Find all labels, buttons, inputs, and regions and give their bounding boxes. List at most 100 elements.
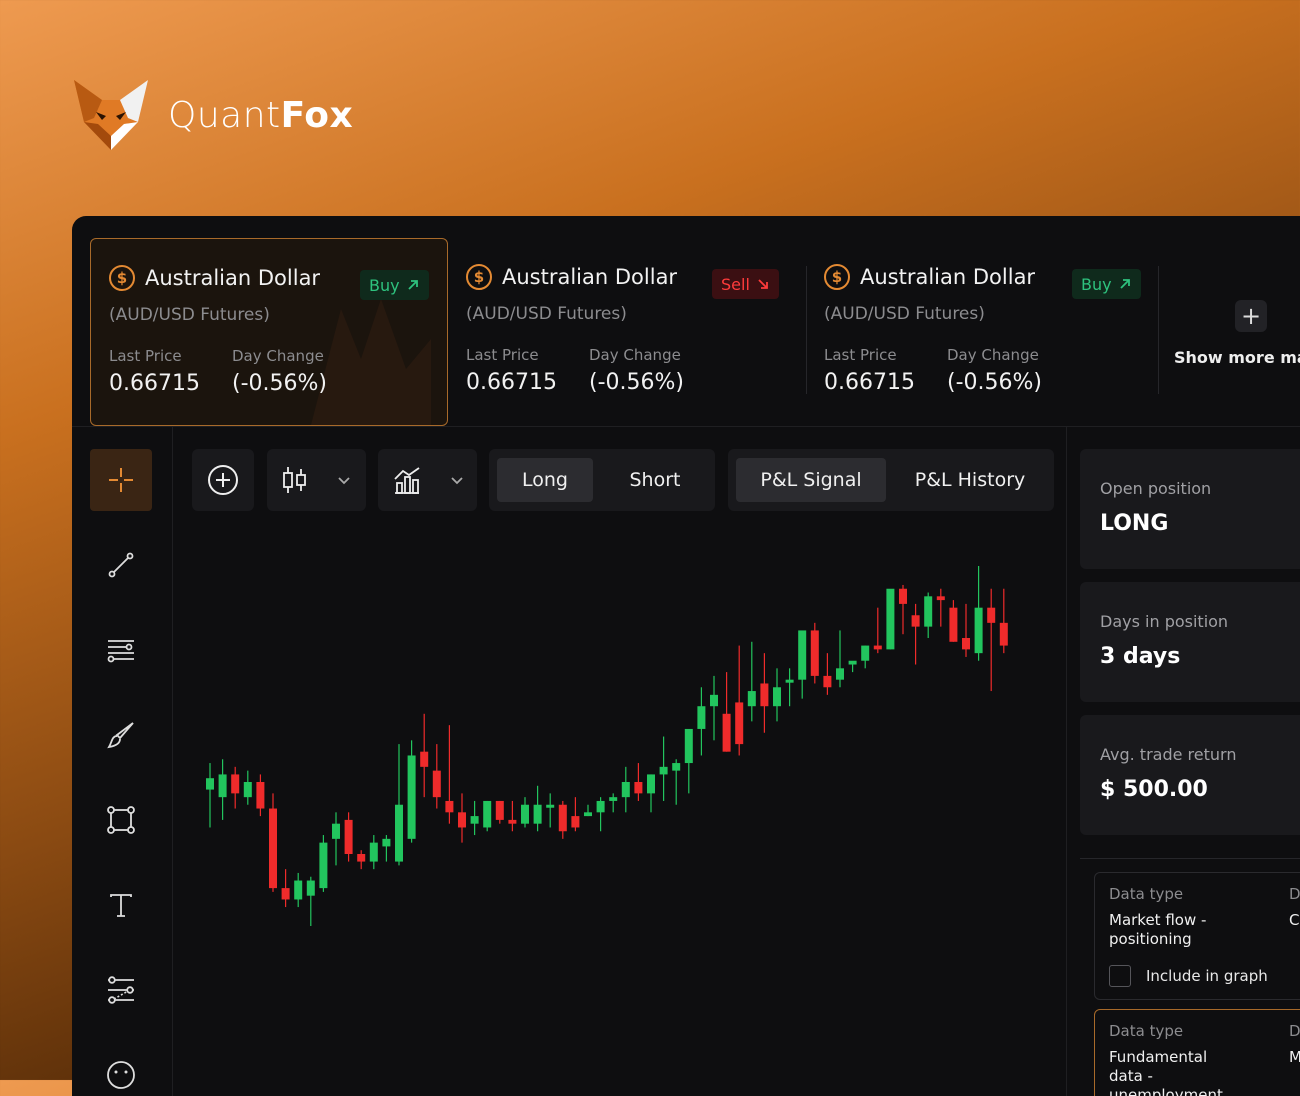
candle-body <box>672 763 681 771</box>
arrow-up-right-icon <box>407 280 418 290</box>
short-option[interactable]: Short <box>603 458 707 502</box>
candle-body <box>332 823 340 839</box>
candle-body <box>735 702 744 745</box>
price-chart[interactable] <box>182 536 1062 1096</box>
ticker-card[interactable]: $ Australian Dollar Buy (AUD/USD Futures)… <box>90 238 448 426</box>
candle-body <box>306 880 315 896</box>
avg-trade-return-card: Avg. trade return $ 500.00 <box>1080 715 1300 835</box>
ticker-name: $ Australian Dollar <box>466 264 677 290</box>
app-window: $ Australian Dollar Buy (AUD/USD Futures)… <box>72 216 1300 1096</box>
card-sparkline-decoration <box>311 299 431 425</box>
ticker-name: $ Australian Dollar <box>109 265 320 291</box>
stat-value: $ 500.00 <box>1100 777 1208 802</box>
candle-body <box>344 819 353 854</box>
buy-badge[interactable]: Buy <box>1072 269 1141 299</box>
candle-body <box>596 800 605 813</box>
show-more-markets[interactable]: + Show more mark <box>1172 238 1300 426</box>
long-option[interactable]: Long <box>497 458 593 502</box>
candle-body <box>458 812 466 828</box>
second-column-label: D <box>1289 1022 1300 1040</box>
candle-body <box>269 808 277 889</box>
horizontal-lines-tool[interactable] <box>90 619 152 681</box>
candle-body <box>936 596 945 601</box>
ticker-card[interactable]: $ Australian Dollar Buy (AUD/USD Futures)… <box>806 238 1164 426</box>
chart-type-dropdown[interactable] <box>267 449 366 511</box>
pattern-tool[interactable] <box>90 959 152 1021</box>
drawing-toolbar <box>72 427 173 1096</box>
candle-body <box>495 800 504 820</box>
stat-value: LONG <box>1100 511 1169 536</box>
last-price-value: 0.66715 <box>466 370 557 395</box>
candle-body <box>407 755 416 839</box>
last-price-value: 0.66715 <box>109 371 200 396</box>
candle-body <box>899 588 907 604</box>
candle-body <box>760 683 769 707</box>
candle-body <box>546 804 555 808</box>
candle-body <box>873 645 882 650</box>
candle-body <box>243 782 252 798</box>
candle-body <box>483 800 492 828</box>
candle-body <box>710 694 718 707</box>
buy-badge[interactable]: Buy <box>360 270 429 300</box>
crosshair-tool[interactable] <box>90 449 152 511</box>
indicator-dropdown[interactable] <box>378 449 477 511</box>
pl-history-option[interactable]: P&L History <box>894 458 1046 502</box>
candle-body <box>369 842 378 862</box>
last-price-label: Last Price <box>466 346 539 364</box>
dollar-coin-icon: $ <box>109 265 135 291</box>
fox-logo-icon <box>74 80 148 150</box>
rectangle-tool[interactable] <box>90 789 152 851</box>
data-type-card[interactable]: Data type Fundamental data - unemploymen… <box>1094 1009 1300 1096</box>
candle-body <box>521 804 529 824</box>
candle-body <box>987 607 996 623</box>
day-change-value: (-0.56%) <box>232 371 327 396</box>
brand: QuantFox <box>72 78 353 152</box>
candle-body <box>533 804 542 824</box>
candle-body <box>848 660 857 665</box>
day-change-label: Day Change <box>589 346 681 364</box>
show-more-label: Show more mark <box>1174 348 1300 367</box>
candle-body <box>773 687 781 707</box>
candle-body <box>836 668 844 680</box>
last-price-label: Last Price <box>109 347 182 365</box>
arrow-up-right-icon <box>1119 279 1130 289</box>
pl-signal-option[interactable]: P&L Signal <box>736 458 886 502</box>
include-in-graph-checkbox[interactable] <box>1109 965 1131 987</box>
text-tool[interactable] <box>90 874 152 936</box>
candle-body <box>357 854 366 862</box>
candlestick-chart[interactable] <box>182 536 1062 1096</box>
arrow-down-right-icon <box>758 279 768 289</box>
dollar-coin-icon: $ <box>466 264 492 290</box>
pl-toggle: P&L Signal P&L History <box>728 449 1054 511</box>
candle-body <box>382 838 391 847</box>
direction-toggle: Long Short <box>489 449 715 511</box>
candle-body <box>949 607 958 642</box>
second-column-label: D <box>1289 885 1300 903</box>
candle-body <box>810 630 819 676</box>
sell-badge[interactable]: Sell <box>712 269 779 299</box>
candle-body <box>470 816 479 824</box>
candle-body <box>395 804 403 862</box>
candlestick-icon <box>283 467 306 493</box>
candle-body <box>571 816 580 828</box>
second-column-value: M <box>1289 1048 1300 1066</box>
ticker-divider <box>1158 266 1159 394</box>
emoji-tool[interactable] <box>90 1044 152 1096</box>
ticker-strip: $ Australian Dollar Buy (AUD/USD Futures)… <box>72 216 1300 427</box>
add-indicator-button[interactable] <box>192 449 254 511</box>
candle-body <box>911 615 920 627</box>
data-type-card[interactable]: Data type Market flow - positioning D C … <box>1094 872 1300 1000</box>
candle-body <box>962 638 970 650</box>
candle-body <box>722 713 731 752</box>
trendline-tool[interactable] <box>90 534 152 596</box>
stat-label: Avg. trade return <box>1100 745 1237 764</box>
dollar-coin-icon: $ <box>824 264 850 290</box>
plus-icon[interactable]: + <box>1235 300 1267 332</box>
candle-body <box>861 645 870 661</box>
trendline-icon <box>108 552 134 578</box>
ticker-card[interactable]: $ Australian Dollar Sell (AUD/USD Futures… <box>448 238 806 426</box>
days-in-position-card: Days in position 3 days <box>1080 582 1300 702</box>
brush-tool[interactable] <box>90 704 152 766</box>
candle-body <box>319 842 328 889</box>
day-change-value: (-0.56%) <box>589 370 684 395</box>
